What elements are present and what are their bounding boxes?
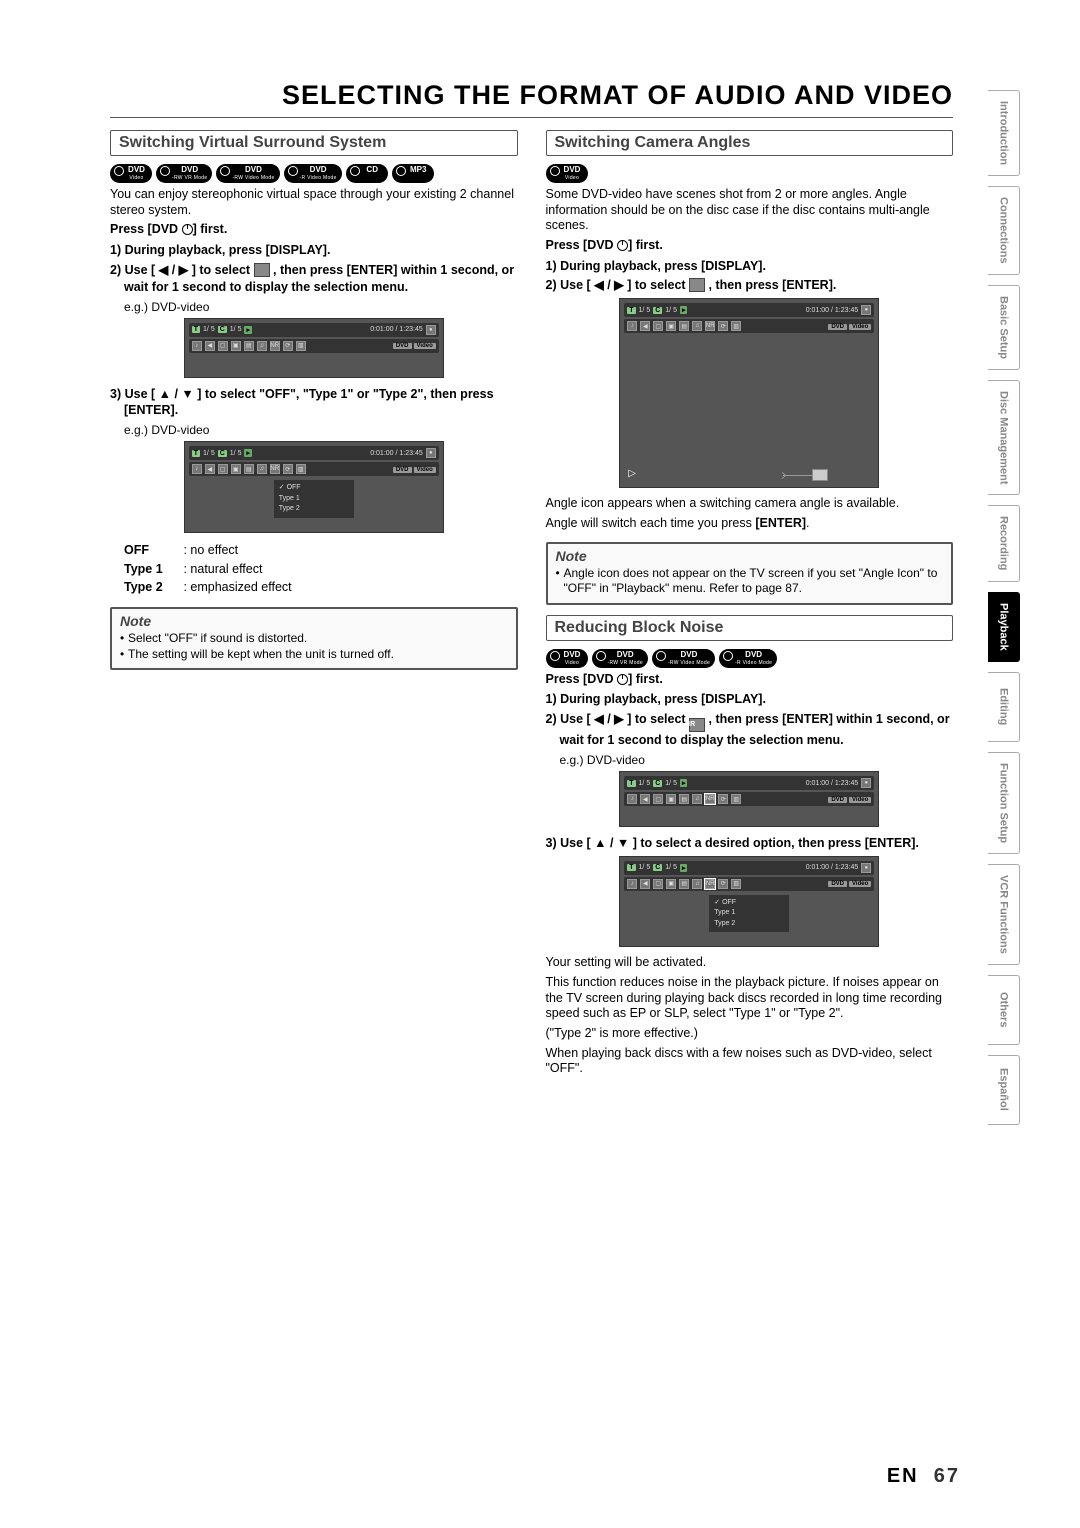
side-tab[interactable]: Editing [988,672,1020,742]
note-item: Select "OFF" if sound is distorted. [120,631,508,647]
note-box: Note Angle icon does not appear on the T… [546,542,954,605]
right-column: Switching Camera Angles DVDVideo Some DV… [546,130,954,1081]
power-icon [617,240,628,251]
after-text: Angle will switch each time you press [E… [546,516,954,532]
note-item: The setting will be kept when the unit i… [120,647,508,663]
osd-preview: T1/ 5C1/ 5▸0:01:00 / 1:23:45● ♪◀▢▣▤♫NR⟳▥… [184,318,444,378]
footer-page: 67 [934,1465,960,1487]
title-rule [110,117,953,118]
step-2: 2) Use [ ◀ / ▶ ] to select , then press … [110,262,518,296]
after-text: Your setting will be activated. [546,955,954,971]
side-tab[interactable]: Disc Management [988,380,1020,496]
side-tab[interactable]: Connections [988,186,1020,275]
step-2: 2) Use [ ◀ / ▶ ] to select , then press … [546,277,954,294]
badge-row: DVDVideoDVD-RW VR ModeDVD-RW Video Mode D… [110,164,518,183]
media-badge: DVDVideo [546,164,588,183]
after-text: Angle icon appears when a switching came… [546,496,954,512]
side-tab[interactable]: Basic Setup [988,285,1020,370]
example-label: e.g.) DVD-video [110,300,518,314]
media-badge: MP3 [392,164,434,183]
example-label: e.g.) DVD-video [546,753,954,767]
media-badge: DVD-RW VR Mode [592,649,648,668]
after-text: This function reduces noise in the playb… [546,975,954,1022]
step-1: 1) During playback, press [DISPLAY]. [546,691,954,708]
select-icon [254,263,270,277]
after-text: When playing back discs with a few noise… [546,1046,954,1077]
badge-row: DVDVideo [546,164,954,183]
page-footer: EN 67 [887,1465,960,1488]
media-badge: DVD-R Video Mode [284,164,342,183]
note-heading: Note [556,548,944,564]
footer-lang: EN [887,1465,919,1487]
power-icon [617,674,628,685]
definition-list: OFF : no effectType 1 : natural effectTy… [110,541,518,597]
step-3: 3) Use [ ▲ / ▼ ] to select a desired opt… [546,835,954,852]
camera-icon [812,469,828,481]
nr-icon: NR [689,718,705,732]
side-tab[interactable]: Introduction [988,90,1020,176]
osd-preview-angle: T1/ 5C1/ 5▸0:01:00 / 1:23:45● ♪◀▢▣▤♫NR⟳▥… [619,298,879,488]
definition-row: Type 1 : natural effect [124,560,518,579]
intro-text: You can enjoy stereophonic virtual space… [110,187,518,218]
after-text: ("Type 2" is more effective.) [546,1026,954,1042]
media-badge: DVD-R Video Mode [719,649,777,668]
side-tab-strip: Introduction Connections Basic Setup Disc M… [988,80,1020,1468]
media-badge: DVDVideo [110,164,152,183]
osd-preview: T1/ 5C1/ 5▸0:01:00 / 1:23:45● ♪◀▢▣▤♫NR⟳▥… [619,771,879,827]
step-3: 3) Use [ ▲ / ▼ ] to select "OFF", "Type … [110,386,518,420]
step-1: 1) During playback, press [DISPLAY]. [546,258,954,275]
definition-row: Type 2 : emphasized effect [124,578,518,597]
note-heading: Note [120,613,508,629]
step-1: 1) During playback, press [DISPLAY]. [110,242,518,259]
badge-row: DVDVideoDVD-RW VR ModeDVD-RW Video ModeD… [546,649,954,668]
osd-preview-menu: T1/ 5C1/ 5▸0:01:00 / 1:23:45● ♪◀▢▣▤♫NR⟳▥… [184,441,444,533]
side-tab[interactable]: Function Setup [988,752,1020,854]
press-first: Press [DVD ] first. [110,222,518,238]
side-tab[interactable]: Recording [988,505,1020,581]
section-heading-angles: Switching Camera Angles [546,130,954,156]
press-first: Press [DVD ] first. [546,238,954,254]
left-column: Switching Virtual Surround System DVDVid… [110,130,518,1081]
page-title: SELECTING THE FORMAT OF AUDIO AND VIDEO [110,80,988,111]
media-badge: CD [346,164,388,183]
side-tab[interactable]: Español [988,1055,1020,1125]
play-icon: ▷ [628,468,636,479]
section-heading-noise: Reducing Block Noise [546,615,954,641]
step-2: 2) Use [ ◀ / ▶ ] to select NR , then pre… [546,711,954,749]
media-badge: DVD-RW VR Mode [156,164,212,183]
press-first: Press [DVD ] first. [546,672,954,688]
note-box: Note Select "OFF" if sound is distorted.… [110,607,518,670]
media-badge: DVD-RW Video Mode [216,164,279,183]
note-item: Angle icon does not appear on the TV scr… [556,566,944,597]
page-content: SELECTING THE FORMAT OF AUDIO AND VIDEO … [110,80,988,1468]
media-badge: DVD-RW Video Mode [652,649,715,668]
side-tab[interactable]: VCR Functions [988,864,1020,965]
power-icon [182,224,193,235]
side-tab[interactable]: Playback [988,592,1020,662]
angle-icon [689,278,705,292]
side-tab[interactable]: Others [988,975,1020,1045]
osd-preview-menu: T1/ 5C1/ 5▸0:01:00 / 1:23:45● ♪◀▢▣▤♫NR⟳▥… [619,856,879,948]
intro-text: Some DVD-video have scenes shot from 2 o… [546,187,954,234]
definition-row: OFF : no effect [124,541,518,560]
section-heading-surround: Switching Virtual Surround System [110,130,518,156]
example-label: e.g.) DVD-video [110,423,518,437]
media-badge: DVDVideo [546,649,588,668]
